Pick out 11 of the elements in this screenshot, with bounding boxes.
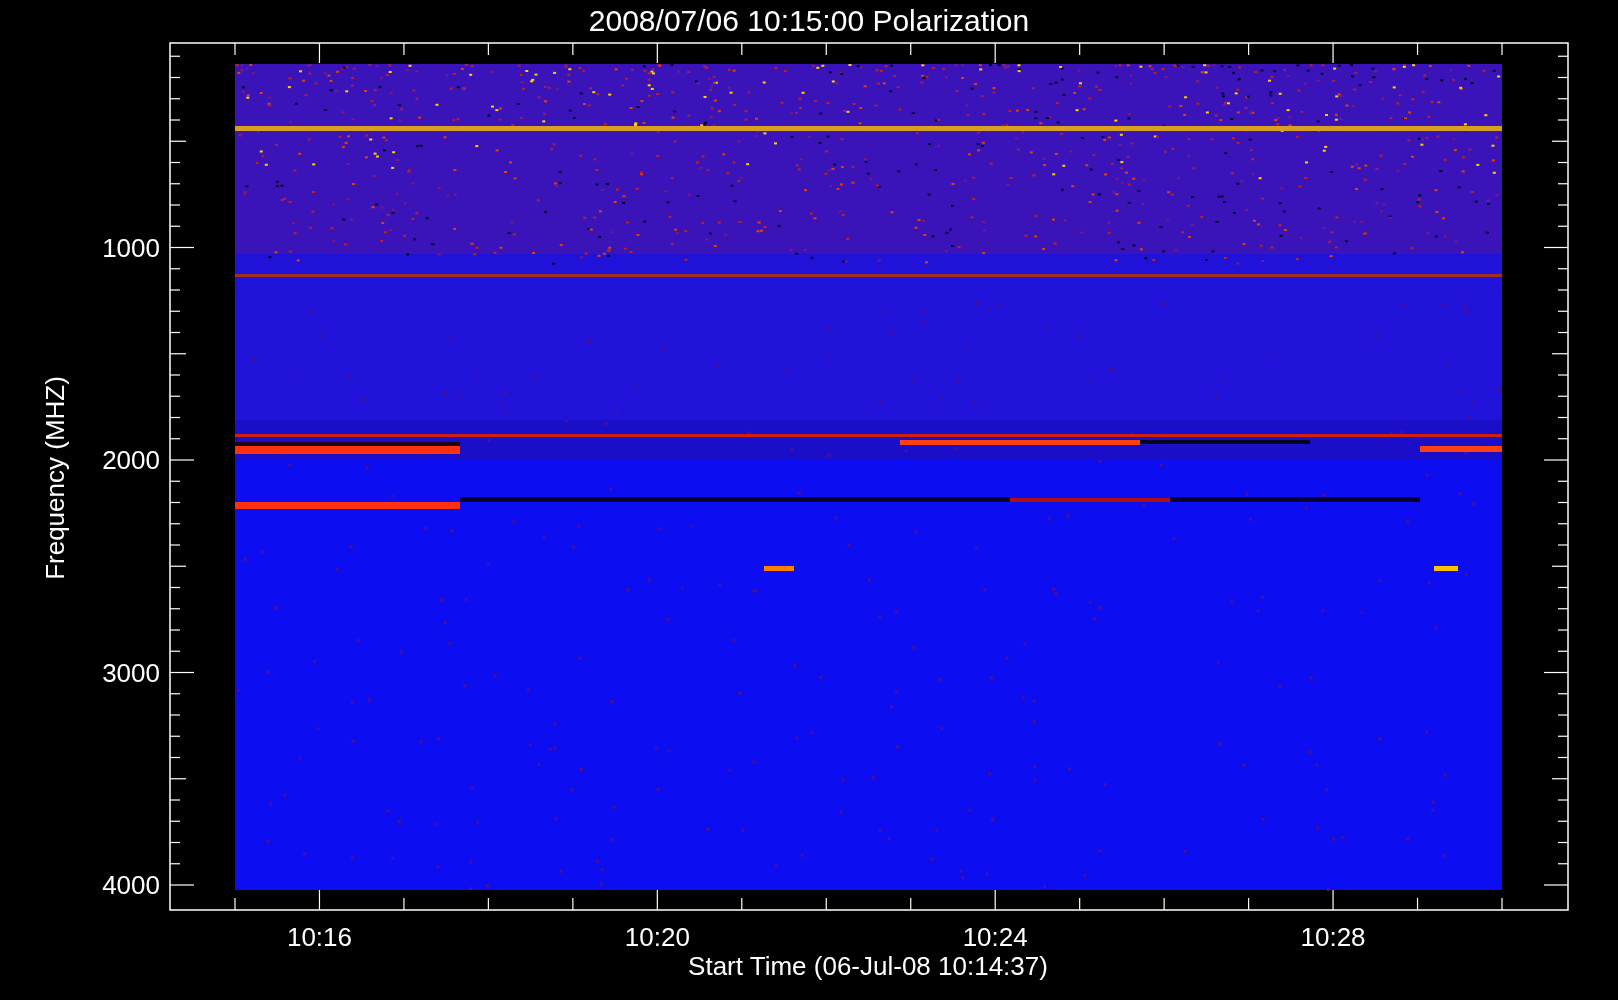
y-tick-label: 1000 (102, 232, 160, 263)
chart-title: 2008/07/06 10:15:00 Polarization (588, 4, 1030, 37)
y-tick-label: 3000 (102, 657, 160, 688)
y-tick-label: 2000 (102, 445, 160, 475)
x-axis-label: Start Time (06-Jul-08 10:14:37) (688, 951, 1048, 981)
x-tick-label: 10:28 (1300, 922, 1366, 952)
y-axis-label: Frequency (MHZ) (40, 376, 70, 580)
x-tick-label: 10:16 (286, 922, 352, 952)
y-tick-label: 4000 (102, 870, 160, 900)
x-tick-label: 10:20 (624, 922, 690, 952)
x-tick-label: 10:24 (962, 922, 1028, 952)
